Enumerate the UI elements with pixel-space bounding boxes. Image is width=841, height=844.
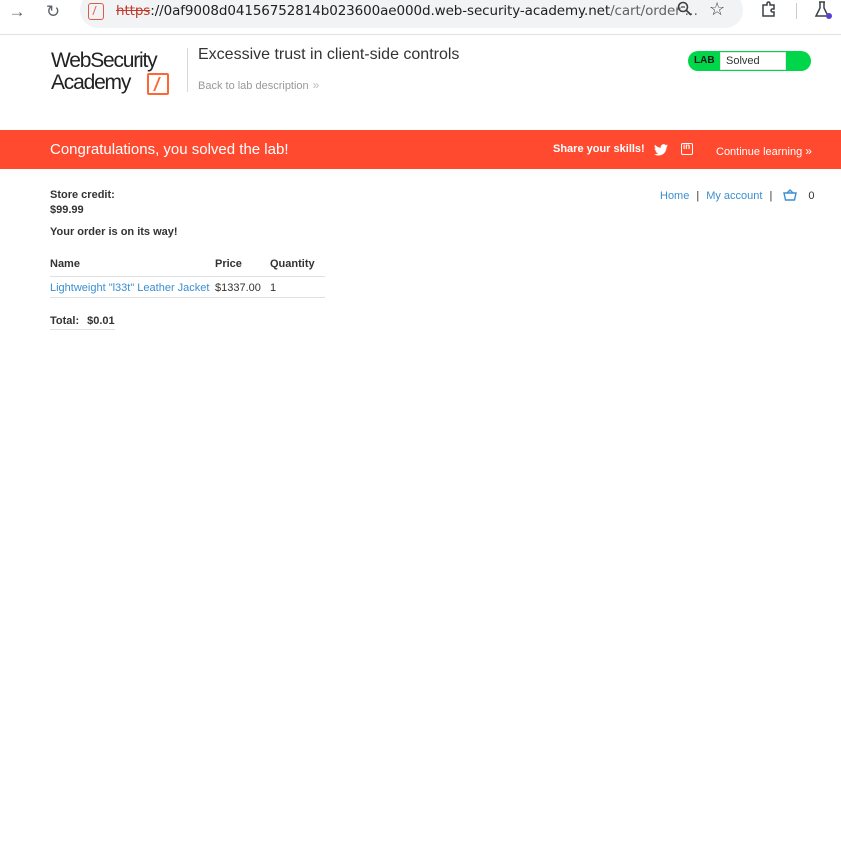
logo-mark-icon	[147, 73, 169, 95]
reload-icon[interactable]: ↻	[43, 2, 63, 22]
forward-icon[interactable]: →	[7, 2, 27, 22]
product-link[interactable]: Lightweight "l33t" Leather Jacket	[50, 282, 209, 294]
lab-status-text: Solved	[726, 55, 760, 67]
solved-banner: Congratulations, you solved the lab! Sha…	[0, 130, 841, 169]
cart-icon[interactable]	[783, 189, 798, 201]
product-price-cell: $1337.00	[215, 276, 270, 298]
url-host: 0af9008d04156752814b023600ae000d.web-sec…	[163, 3, 611, 19]
extensions-icon[interactable]	[760, 0, 778, 23]
continue-learning-label: Continue learning	[716, 146, 803, 158]
chevron-right-icon: »	[805, 144, 812, 158]
lab-tag: LAB	[694, 55, 715, 66]
continue-learning-link[interactable]: Continue learning»	[716, 144, 812, 158]
browser-toolbar: → ↻ https://0af9008d04156752814b023600ae…	[0, 0, 841, 35]
bookmark-star-icon[interactable]: ☆	[709, 0, 725, 20]
web-security-academy-logo[interactable]: WebSecurity Academy	[51, 50, 185, 98]
table-header-row: Name Price Quantity	[50, 255, 325, 277]
cart-count: 0	[808, 190, 815, 202]
back-to-lab-description-link[interactable]: Back to lab description»	[198, 78, 319, 92]
total-value: $0.01	[87, 315, 115, 327]
address-bar[interactable]: https://0af9008d04156752814b023600ae000d…	[80, 0, 743, 28]
zoom-icon[interactable]	[677, 1, 693, 22]
lab-status-badge: LAB Solved	[688, 51, 811, 71]
home-link[interactable]: Home	[660, 190, 689, 202]
header-divider	[187, 48, 188, 92]
nav-separator: |	[769, 190, 773, 202]
account-nav: Home | My account | 0	[660, 189, 814, 202]
site-info-icon[interactable]	[88, 3, 104, 20]
toolbar-divider	[796, 3, 797, 19]
nav-separator: |	[696, 190, 700, 202]
my-account-link[interactable]: My account	[706, 190, 762, 202]
url-protocol: https	[116, 3, 151, 19]
url-text[interactable]: https://0af9008d04156752814b023600ae000d…	[116, 3, 698, 19]
congratulations-message: Congratulations, you solved the lab!	[50, 141, 289, 158]
order-table: Name Price Quantity Lightweight "l33t" L…	[50, 255, 325, 298]
order-total: Total: $0.01	[50, 315, 115, 330]
order-confirmation-message: Your order is on its way!	[50, 226, 178, 238]
column-header-name: Name	[50, 255, 215, 277]
lab-title: Excessive trust in client-side controls	[198, 46, 460, 63]
share-label: Share your skills!	[553, 143, 645, 155]
url-separator: ://	[150, 3, 164, 19]
labs-flask-icon[interactable]	[814, 0, 830, 23]
notification-dot	[826, 13, 832, 19]
column-header-price: Price	[215, 255, 270, 277]
lab-status-box: Solved	[720, 52, 786, 70]
product-quantity-cell: 1	[270, 276, 325, 298]
back-link-label: Back to lab description	[198, 80, 309, 92]
total-label: Total:	[50, 315, 80, 327]
store-credit-label: Store credit:	[50, 189, 115, 201]
chevron-right-icon: »	[312, 78, 320, 92]
product-name-cell: Lightweight "l33t" Leather Jacket	[50, 276, 215, 298]
store-credit-value: $99.99	[50, 204, 84, 216]
table-row: Lightweight "l33t" Leather Jacket $1337.…	[50, 276, 325, 298]
twitter-icon[interactable]	[654, 143, 668, 156]
column-header-quantity: Quantity	[270, 255, 325, 277]
linkedin-icon[interactable]	[681, 142, 693, 155]
logo-line-1: WebSecurity	[51, 49, 158, 72]
